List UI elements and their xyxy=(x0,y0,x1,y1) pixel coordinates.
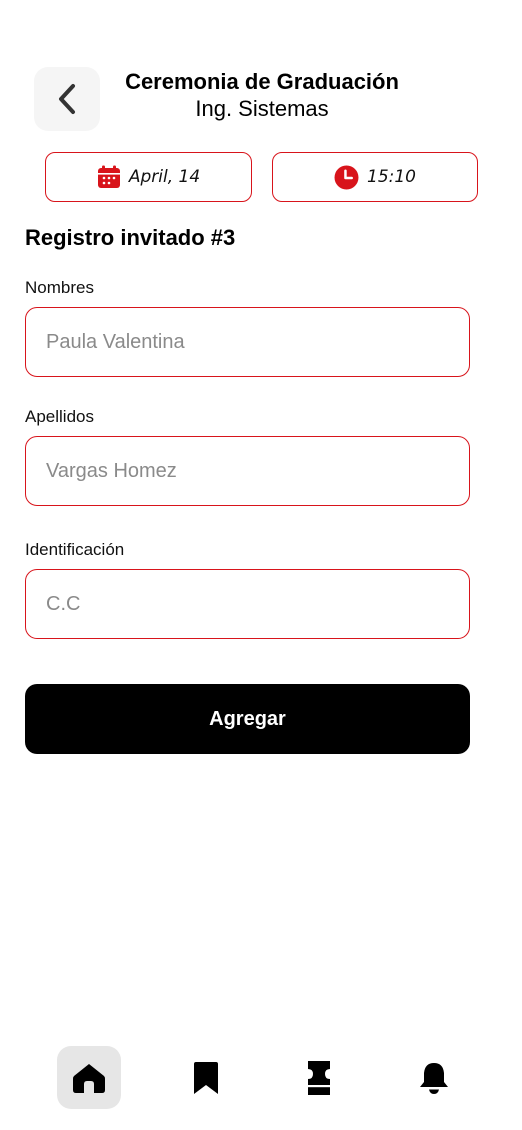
nav-notifications[interactable] xyxy=(402,1046,466,1109)
nombres-label: Nombres xyxy=(25,278,94,297)
clock-icon xyxy=(334,165,359,189)
home-icon xyxy=(73,1063,105,1093)
time-chip[interactable]: 15:10 xyxy=(272,152,478,202)
bottom-nav xyxy=(0,1030,522,1130)
ticket-icon xyxy=(308,1060,330,1095)
apellidos-input[interactable] xyxy=(25,436,470,506)
date-chip[interactable]: April, 14 xyxy=(45,152,252,202)
event-time: 15:10 xyxy=(367,167,416,187)
identificacion-label: Identificación xyxy=(25,540,125,559)
chevron-left-icon xyxy=(59,84,75,114)
calendar-icon xyxy=(97,165,120,188)
nav-saved[interactable] xyxy=(174,1046,238,1109)
nombres-input[interactable] xyxy=(25,307,470,377)
agregar-button[interactable]: Agregar xyxy=(25,684,470,754)
bookmark-icon xyxy=(194,1061,218,1094)
nav-tickets[interactable] xyxy=(287,1046,351,1109)
event-date: April, 14 xyxy=(128,167,201,187)
bell-icon xyxy=(420,1062,448,1094)
form-title: Registro invitado #3 xyxy=(25,225,236,250)
identificacion-input[interactable] xyxy=(25,569,470,639)
nav-home[interactable] xyxy=(57,1046,121,1109)
apellidos-label: Apellidos xyxy=(25,407,94,426)
back-button[interactable] xyxy=(34,67,100,131)
page-title: Ceremonia de Graduación xyxy=(125,69,399,94)
page-subtitle: Ing. Sistemas xyxy=(195,96,329,121)
